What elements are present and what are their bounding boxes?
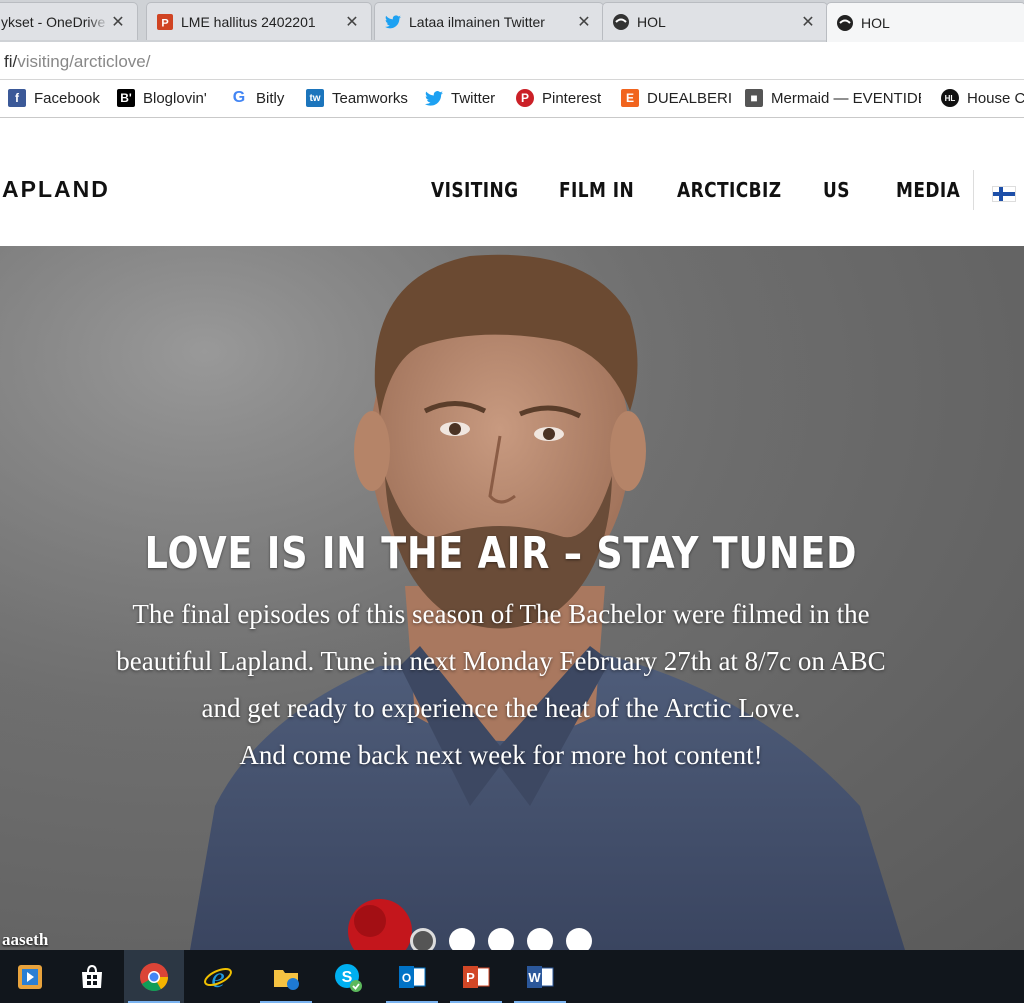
finland-flag-icon[interactable]: [992, 186, 1016, 202]
bookmark-teamworks[interactable]: tw Teamworks: [306, 89, 408, 107]
internet-explorer-icon[interactable]: e: [188, 950, 248, 1003]
nav-film-in[interactable]: FILM IN: [559, 178, 634, 202]
nav-arcticbiz[interactable]: ARCTICBIZ: [677, 178, 782, 202]
hero-line: beautiful Lapland. Tune in next Monday F…: [116, 646, 886, 676]
bookmark-label: Pinterest: [542, 89, 602, 107]
hl-icon: HL: [941, 89, 959, 107]
slider-dot-2[interactable]: [449, 928, 475, 950]
address-bar[interactable]: fi/visiting/arcticlove/: [0, 42, 1024, 80]
facebook-icon: f: [8, 89, 26, 107]
tab-title: HOL: [637, 13, 666, 30]
bookmark-facebook[interactable]: f Facebook: [8, 89, 100, 107]
hero-banner: LOVE IS IN THE AIR – STAY TUNED The fina…: [0, 246, 1024, 950]
bookmark-label: Mermaid — EVENTIDE: [771, 89, 921, 107]
svg-text:W: W: [528, 970, 541, 985]
tab-title: Lataa ilmainen Twitter: [409, 13, 545, 30]
windows-taskbar: e S O P W: [0, 950, 1024, 1003]
tab-close-icon[interactable]: ✕: [343, 12, 361, 32]
photo-credit: aaseth: [2, 930, 49, 949]
hol-icon: [613, 13, 629, 30]
etsy-icon: E: [621, 89, 639, 107]
bookmarks-bar: f Facebook B' Bloglovin' G Bitly tw Team…: [0, 80, 1024, 118]
outlook-icon[interactable]: O: [382, 950, 442, 1003]
slider-dot-3[interactable]: [488, 928, 514, 950]
bookmark-pinterest[interactable]: P Pinterest: [516, 89, 601, 107]
svg-text:P: P: [161, 17, 168, 29]
hero-description: The final episodes of this season of The…: [0, 591, 1002, 779]
tab-close-icon[interactable]: ✕: [575, 12, 593, 32]
nav-divider: [973, 170, 974, 210]
bookmark-mermaid[interactable]: ■ Mermaid — EVENTIDE: [745, 89, 921, 107]
tab-strip: ykset - OneDrive ✕ P LME hallitus 240220…: [0, 0, 1024, 42]
bookmark-bloglovin[interactable]: B' Bloglovin': [117, 89, 207, 107]
tab-close-icon[interactable]: ✕: [799, 12, 817, 32]
teamworks-icon: tw: [306, 89, 324, 107]
slider-dot-5[interactable]: [566, 928, 592, 950]
hero-line: The final episodes of this season of The…: [132, 599, 870, 629]
bookmark-label: Teamworks: [332, 89, 408, 107]
powerpoint-icon[interactable]: P: [446, 950, 506, 1003]
word-icon[interactable]: W: [510, 950, 570, 1003]
tab-close-icon[interactable]: ✕: [109, 12, 127, 32]
file-explorer-icon[interactable]: [256, 950, 316, 1003]
hero-title: LOVE IS IN THE AIR – STAY TUNED: [144, 528, 858, 579]
svg-text:P: P: [466, 970, 475, 985]
bookmark-label: DUEALBERI: [647, 89, 733, 107]
svg-text:e: e: [211, 962, 224, 992]
powerpoint-icon: P: [157, 13, 173, 30]
tab-title: HOL: [861, 14, 890, 31]
bookmark-label: Bitly: [256, 89, 285, 107]
nav-visiting[interactable]: VISITING: [431, 178, 519, 202]
slider-dot-4[interactable]: [527, 928, 553, 950]
pinterest-icon: P: [516, 89, 534, 107]
twitter-icon: [425, 89, 443, 107]
google-icon: G: [232, 89, 246, 106]
site-header: APLAND VISITING FILM IN ARCTICBIZ US MED…: [0, 118, 1024, 246]
tab-twitter[interactable]: Lataa ilmainen Twitter ✕: [374, 2, 604, 40]
bloglovin-icon: B': [117, 89, 135, 107]
tab-hol-1[interactable]: HOL ✕: [602, 2, 828, 40]
bookmark-bitly[interactable]: G Bitly: [230, 89, 285, 107]
store-icon[interactable]: [62, 950, 122, 1003]
hero-line: and get ready to experience the heat of …: [201, 693, 801, 723]
site-logo[interactable]: APLAND: [2, 176, 110, 203]
tab-onedrive[interactable]: ykset - OneDrive ✕: [0, 2, 138, 40]
url-prefix: fi/: [4, 52, 18, 71]
bookmark-twitter[interactable]: Twitter: [425, 89, 495, 107]
skype-icon[interactable]: S: [318, 950, 378, 1003]
chrome-icon[interactable]: [124, 950, 184, 1003]
bookmark-label: Facebook: [34, 89, 100, 107]
bookmark-label: Bloglovin': [143, 89, 207, 107]
tab-hol-active[interactable]: HOL: [826, 2, 1024, 42]
url-path: visiting/arcticlove/: [17, 52, 151, 71]
svg-text:O: O: [402, 971, 411, 985]
tab-title: ykset - OneDrive: [1, 13, 106, 30]
hol-icon: [837, 14, 853, 31]
twitter-icon: [385, 14, 401, 30]
nav-media[interactable]: MEDIA: [896, 178, 960, 202]
nav-us[interactable]: US: [823, 178, 850, 202]
slider-dots: [410, 928, 605, 950]
slider-dot-1[interactable]: [410, 928, 436, 950]
url-text[interactable]: fi/visiting/arcticlove/: [4, 52, 150, 72]
bookmark-label: House C: [967, 89, 1024, 107]
tab-title: LME hallitus 2402201: [181, 13, 316, 30]
hero-line: And come back next week for more hot con…: [239, 740, 763, 770]
media-player-icon[interactable]: [0, 950, 60, 1003]
bookmark-house[interactable]: HL House C: [941, 89, 1024, 107]
cube-icon: ■: [745, 89, 763, 107]
bookmark-duealberi[interactable]: E DUEALBERI: [621, 89, 732, 107]
tab-lme-hallitus[interactable]: P LME hallitus 2402201 ✕: [146, 2, 372, 40]
bookmark-label: Twitter: [451, 89, 496, 107]
